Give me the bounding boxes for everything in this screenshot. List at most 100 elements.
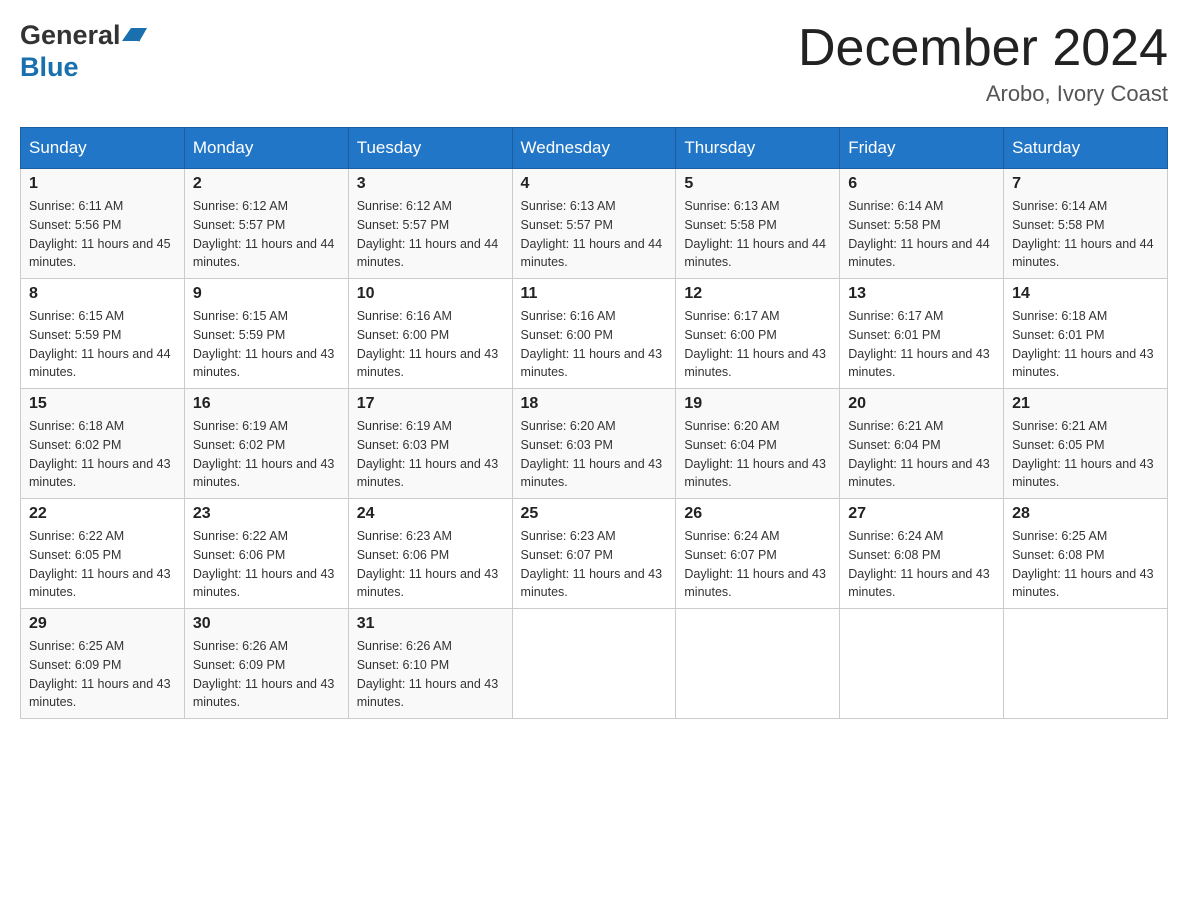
day-number: 23 <box>193 505 340 523</box>
day-number: 5 <box>684 175 831 193</box>
day-number: 27 <box>848 505 995 523</box>
day-number: 3 <box>357 175 504 193</box>
calendar-week-row: 1 Sunrise: 6:11 AMSunset: 5:56 PMDaylight… <box>21 169 1168 279</box>
day-number: 12 <box>684 285 831 303</box>
calendar-cell: 14 Sunrise: 6:18 AMSunset: 6:01 PMDayligh… <box>1004 279 1168 389</box>
day-info: Sunrise: 6:20 AMSunset: 6:04 PMDaylight:… <box>684 417 831 492</box>
calendar-cell: 21Sunrise: 6:21 AMSunset: 6:05 PMDayligh… <box>1004 389 1168 499</box>
calendar-cell: 17Sunrise: 6:19 AMSunset: 6:03 PMDayligh… <box>348 389 512 499</box>
calendar-cell: 10 Sunrise: 6:16 AMSunset: 6:00 PMDayligh… <box>348 279 512 389</box>
calendar-cell: 6 Sunrise: 6:14 AMSunset: 5:58 PMDaylight… <box>840 169 1004 279</box>
day-number: 8 <box>29 285 176 303</box>
day-of-week-header: Saturday <box>1004 128 1168 169</box>
calendar-cell: 31 Sunrise: 6:26 AMSunset: 6:10 PMDayligh… <box>348 609 512 719</box>
day-number: 2 <box>193 175 340 193</box>
day-info: Sunrise: 6:22 AMSunset: 6:06 PMDaylight:… <box>193 527 340 602</box>
calendar-cell <box>512 609 676 719</box>
calendar-header-row: SundayMondayTuesdayWednesdayThursdayFrid… <box>21 128 1168 169</box>
day-of-week-header: Thursday <box>676 128 840 169</box>
calendar-cell: 22Sunrise: 6:22 AMSunset: 6:05 PMDayligh… <box>21 499 185 609</box>
day-info: Sunrise: 6:26 AMSunset: 6:09 PMDaylight:… <box>193 637 340 712</box>
day-info: Sunrise: 6:21 AMSunset: 6:04 PMDaylight:… <box>848 417 995 492</box>
day-number: 18 <box>521 395 668 413</box>
calendar-cell <box>676 609 840 719</box>
day-number: 29 <box>29 615 176 633</box>
calendar-cell: 24Sunrise: 6:23 AMSunset: 6:06 PMDayligh… <box>348 499 512 609</box>
calendar-cell: 19 Sunrise: 6:20 AMSunset: 6:04 PMDayligh… <box>676 389 840 499</box>
day-number: 21 <box>1012 395 1159 413</box>
day-of-week-header: Sunday <box>21 128 185 169</box>
day-number: 31 <box>357 615 504 633</box>
day-number: 10 <box>357 285 504 303</box>
day-info: Sunrise: 6:13 AMSunset: 5:57 PMDaylight:… <box>521 197 668 272</box>
day-info: Sunrise: 6:15 AMSunset: 5:59 PMDaylight:… <box>193 307 340 382</box>
day-info: Sunrise: 6:16 AMSunset: 6:00 PMDaylight:… <box>357 307 504 382</box>
day-number: 1 <box>29 175 176 193</box>
calendar-cell: 23 Sunrise: 6:22 AMSunset: 6:06 PMDayligh… <box>184 499 348 609</box>
day-info: Sunrise: 6:13 AMSunset: 5:58 PMDaylight:… <box>684 197 831 272</box>
month-title: December 2024 <box>798 20 1168 77</box>
calendar-cell: 30 Sunrise: 6:26 AMSunset: 6:09 PMDayligh… <box>184 609 348 719</box>
logo-arrow-icon <box>131 28 147 42</box>
day-of-week-header: Friday <box>840 128 1004 169</box>
day-number: 4 <box>521 175 668 193</box>
calendar-cell: 18 Sunrise: 6:20 AMSunset: 6:03 PMDayligh… <box>512 389 676 499</box>
calendar-cell: 13 Sunrise: 6:17 AMSunset: 6:01 PMDayligh… <box>840 279 1004 389</box>
day-of-week-header: Tuesday <box>348 128 512 169</box>
day-number: 22 <box>29 505 176 523</box>
day-info: Sunrise: 6:14 AMSunset: 5:58 PMDaylight:… <box>1012 197 1159 272</box>
day-info: Sunrise: 6:18 AMSunset: 6:01 PMDaylight:… <box>1012 307 1159 382</box>
day-info: Sunrise: 6:19 AMSunset: 6:03 PMDaylight:… <box>357 417 504 492</box>
calendar-cell: 26Sunrise: 6:24 AMSunset: 6:07 PMDayligh… <box>676 499 840 609</box>
calendar-cell: 1 Sunrise: 6:11 AMSunset: 5:56 PMDaylight… <box>21 169 185 279</box>
logo: General Blue <box>20 20 141 83</box>
day-number: 7 <box>1012 175 1159 193</box>
calendar-cell: 5 Sunrise: 6:13 AMSunset: 5:58 PMDaylight… <box>676 169 840 279</box>
day-number: 14 <box>1012 285 1159 303</box>
calendar-week-row: 15Sunrise: 6:18 AMSunset: 6:02 PMDayligh… <box>21 389 1168 499</box>
day-of-week-header: Monday <box>184 128 348 169</box>
day-info: Sunrise: 6:15 AMSunset: 5:59 PMDaylight:… <box>29 307 176 382</box>
day-info: Sunrise: 6:23 AMSunset: 6:07 PMDaylight:… <box>521 527 668 602</box>
day-number: 19 <box>684 395 831 413</box>
day-of-week-header: Wednesday <box>512 128 676 169</box>
location: Arobo, Ivory Coast <box>798 81 1168 107</box>
day-info: Sunrise: 6:18 AMSunset: 6:02 PMDaylight:… <box>29 417 176 492</box>
logo-general-text: General <box>20 20 121 50</box>
day-number: 11 <box>521 285 668 303</box>
calendar-cell: 8 Sunrise: 6:15 AMSunset: 5:59 PMDaylight… <box>21 279 185 389</box>
day-number: 30 <box>193 615 340 633</box>
calendar-week-row: 29Sunrise: 6:25 AMSunset: 6:09 PMDayligh… <box>21 609 1168 719</box>
day-number: 9 <box>193 285 340 303</box>
day-info: Sunrise: 6:20 AMSunset: 6:03 PMDaylight:… <box>521 417 668 492</box>
day-info: Sunrise: 6:16 AMSunset: 6:00 PMDaylight:… <box>521 307 668 382</box>
calendar-cell: 7 Sunrise: 6:14 AMSunset: 5:58 PMDaylight… <box>1004 169 1168 279</box>
calendar-cell: 4 Sunrise: 6:13 AMSunset: 5:57 PMDaylight… <box>512 169 676 279</box>
day-number: 16 <box>193 395 340 413</box>
calendar-week-row: 8 Sunrise: 6:15 AMSunset: 5:59 PMDaylight… <box>21 279 1168 389</box>
calendar-cell <box>840 609 1004 719</box>
logo-blue-text: Blue <box>20 52 79 82</box>
day-info: Sunrise: 6:19 AMSunset: 6:02 PMDaylight:… <box>193 417 340 492</box>
day-info: Sunrise: 6:14 AMSunset: 5:58 PMDaylight:… <box>848 197 995 272</box>
calendar-cell: 9 Sunrise: 6:15 AMSunset: 5:59 PMDaylight… <box>184 279 348 389</box>
calendar-cell: 29Sunrise: 6:25 AMSunset: 6:09 PMDayligh… <box>21 609 185 719</box>
day-number: 13 <box>848 285 995 303</box>
calendar-cell: 11 Sunrise: 6:16 AMSunset: 6:00 PMDayligh… <box>512 279 676 389</box>
calendar-cell: 3Sunrise: 6:12 AMSunset: 5:57 PMDaylight… <box>348 169 512 279</box>
calendar-cell: 15Sunrise: 6:18 AMSunset: 6:02 PMDayligh… <box>21 389 185 499</box>
calendar-cell: 2 Sunrise: 6:12 AMSunset: 5:57 PMDaylight… <box>184 169 348 279</box>
day-info: Sunrise: 6:26 AMSunset: 6:10 PMDaylight:… <box>357 637 504 712</box>
page-header: General Blue December 2024 Arobo, Ivory … <box>20 20 1168 107</box>
calendar-cell: 28 Sunrise: 6:25 AMSunset: 6:08 PMDayligh… <box>1004 499 1168 609</box>
day-info: Sunrise: 6:17 AMSunset: 6:01 PMDaylight:… <box>848 307 995 382</box>
day-number: 28 <box>1012 505 1159 523</box>
day-info: Sunrise: 6:11 AMSunset: 5:56 PMDaylight:… <box>29 197 176 272</box>
day-info: Sunrise: 6:12 AMSunset: 5:57 PMDaylight:… <box>193 197 340 272</box>
day-number: 6 <box>848 175 995 193</box>
calendar-cell: 16 Sunrise: 6:19 AMSunset: 6:02 PMDayligh… <box>184 389 348 499</box>
day-info: Sunrise: 6:25 AMSunset: 6:08 PMDaylight:… <box>1012 527 1159 602</box>
day-info: Sunrise: 6:24 AMSunset: 6:07 PMDaylight:… <box>684 527 831 602</box>
day-number: 24 <box>357 505 504 523</box>
day-number: 25 <box>521 505 668 523</box>
